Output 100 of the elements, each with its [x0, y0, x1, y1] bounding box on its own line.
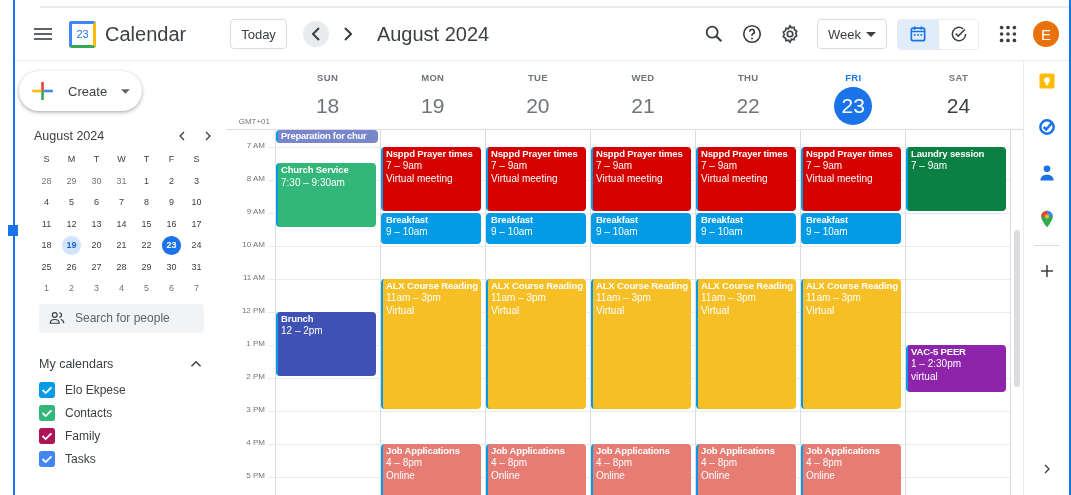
checkbox[interactable] — [39, 382, 55, 398]
event-card[interactable]: Laundry session 7 – 9am — [906, 146, 1006, 211]
day-number[interactable]: 23 — [834, 87, 873, 125]
event-detail: Online — [806, 469, 836, 482]
search-people-field[interactable]: Search for people — [39, 303, 204, 333]
event-detail: Virtual — [491, 304, 521, 317]
account-avatar[interactable]: E — [1033, 21, 1059, 47]
mini-calendar-day[interactable]: 31 — [112, 171, 131, 190]
mini-calendar-day[interactable]: 15 — [137, 214, 156, 233]
day-number[interactable]: 19 — [413, 87, 452, 125]
mini-calendar-day[interactable]: 8 — [137, 193, 156, 212]
event-title: Job Applications — [701, 444, 776, 457]
event-card[interactable]: VAC-5 PEER 1 – 2:30pm virtual — [906, 344, 1006, 392]
mini-calendar-day[interactable]: 9 — [162, 193, 181, 212]
event-card[interactable]: Nsppd Prayer times 7 – 9am Virtual meeting — [591, 146, 691, 211]
mini-calendar-day[interactable]: 13 — [87, 214, 106, 233]
mini-calendar-day[interactable]: 7 — [112, 193, 131, 212]
mini-calendar-day[interactable]: 23 — [162, 236, 181, 255]
event-title: Job Applications — [596, 444, 671, 457]
mini-calendar-day[interactable]: 2 — [162, 171, 181, 190]
mini-calendar-day[interactable]: 29 — [62, 171, 81, 190]
resize-handle[interactable] — [8, 225, 18, 236]
mini-calendar-day[interactable]: 30 — [87, 171, 106, 190]
checkbox[interactable] — [39, 428, 55, 444]
mini-calendar-day[interactable]: 27 — [87, 257, 106, 276]
help-icon[interactable] — [741, 23, 763, 45]
day-number[interactable]: 18 — [308, 87, 347, 125]
day-number[interactable]: 21 — [624, 87, 662, 125]
event-time: 9 – 10am — [491, 226, 534, 239]
mini-calendar-day[interactable]: 22 — [137, 236, 156, 255]
mini-calendar-day[interactable]: 31 — [187, 257, 206, 276]
event-card[interactable]: Job Applications 4 – 8pm Online — [591, 443, 691, 495]
event-card[interactable]: Job Applications 4 – 8pm Online — [381, 443, 481, 495]
mini-calendar-day[interactable]: 29 — [137, 257, 156, 276]
day-number[interactable]: 20 — [518, 87, 557, 125]
event-title: Brunch — [281, 312, 315, 325]
event-time: 7:30 – 9:30am — [281, 176, 346, 189]
task-check-icon[interactable] — [1036, 117, 1057, 137]
mini-calendar-day[interactable]: 17 — [187, 214, 206, 233]
mini-calendar-day[interactable]: 5 — [62, 193, 81, 212]
today-button[interactable]: Today — [230, 19, 287, 49]
weekday-label: S — [42, 153, 51, 166]
mini-calendar-day[interactable]: 6 — [87, 193, 106, 212]
event-card[interactable]: Breakfast 9 – 10am — [591, 212, 691, 244]
event-card[interactable]: Nsppd Prayer times 7 – 9am Virtual meeting — [696, 146, 796, 211]
event-card[interactable]: Nsppd Prayer times 7 – 9am Virtual meeting — [486, 146, 586, 211]
calendar-view-button[interactable] — [898, 19, 938, 49]
mini-calendar-day[interactable]: 28 — [37, 171, 56, 190]
event-title: Nsppd Prayer times — [701, 147, 789, 160]
mini-calendar-day[interactable]: 10 — [187, 193, 206, 212]
checkbox[interactable] — [39, 405, 55, 421]
event-card[interactable]: Job Applications 4 – 8pm Online — [696, 443, 796, 495]
mini-calendar-day[interactable]: 24 — [187, 236, 206, 255]
event-card[interactable]: Nsppd Prayer times 7 – 9am Virtual meeting — [801, 146, 901, 211]
event-title: ALX Course Reading — [701, 279, 793, 292]
search-icon[interactable] — [703, 23, 725, 45]
event-card[interactable]: Nsppd Prayer times 7 – 9am Virtual meeting — [381, 146, 481, 211]
event-card[interactable]: Breakfast 9 – 10am — [696, 212, 796, 244]
day-number[interactable]: 22 — [729, 87, 768, 125]
event-detail: Virtual — [596, 304, 626, 317]
mini-calendar-day[interactable]: 25 — [37, 257, 56, 276]
previous-button[interactable] — [302, 21, 329, 47]
checkbox[interactable] — [39, 451, 55, 467]
mini-calendar-day[interactable]: 26 — [62, 257, 81, 276]
view-dropdown[interactable]: Week — [817, 19, 887, 49]
mini-calendar-day[interactable]: 16 — [162, 214, 181, 233]
event-card[interactable]: Breakfast 9 – 10am — [486, 212, 586, 244]
event-card[interactable]: Brunch 12 – 2pm — [276, 311, 376, 376]
hour-label: 9 AM — [246, 206, 265, 216]
event-detail: Online — [701, 469, 731, 482]
event-detail: Online — [596, 469, 626, 482]
mini-calendar-day[interactable]: 1 — [137, 171, 156, 190]
event-card[interactable]: Job Applications 4 – 8pm Online — [801, 443, 901, 495]
mini-calendar-day[interactable]: 2 — [62, 279, 81, 298]
day-number[interactable]: 24 — [939, 87, 978, 125]
mini-calendar-day[interactable]: 5 — [137, 279, 156, 298]
scrollbar-thumb[interactable] — [1014, 230, 1020, 387]
tasks-view-button[interactable] — [938, 19, 978, 49]
mini-calendar-day[interactable]: 30 — [162, 257, 181, 276]
mini-calendar-day[interactable]: 20 — [87, 236, 106, 255]
mini-calendar-day[interactable]: 3 — [187, 171, 206, 190]
mini-calendar-day[interactable]: 28 — [112, 257, 131, 276]
mini-calendar-day[interactable]: 18 — [37, 236, 56, 255]
mini-calendar-day[interactable]: 14 — [112, 214, 131, 233]
mini-calendar-day[interactable]: 4 — [112, 279, 131, 298]
mini-calendar-day[interactable]: 6 — [162, 279, 181, 298]
event-title: Breakfast — [596, 213, 639, 226]
event-card[interactable]: Breakfast 9 – 10am — [381, 212, 481, 244]
event-card[interactable]: Job Applications 4 – 8pm Online — [486, 443, 586, 495]
mini-calendar-day[interactable]: 4 — [37, 193, 56, 212]
apps-grid-icon[interactable] — [997, 23, 1019, 45]
mini-calendar-day[interactable]: 12 — [62, 214, 81, 233]
mini-calendar-day[interactable]: 19 — [62, 236, 81, 255]
mini-calendar-day[interactable]: 7 — [187, 279, 206, 298]
create-button[interactable]: Create — [19, 71, 142, 111]
mini-calendar-day[interactable]: 11 — [37, 214, 56, 233]
event-card[interactable]: Breakfast 9 – 10am — [801, 212, 901, 244]
mini-calendar-day[interactable]: 1 — [37, 279, 56, 298]
mini-calendar-day[interactable]: 21 — [112, 236, 131, 255]
mini-calendar-day[interactable]: 3 — [87, 279, 106, 298]
